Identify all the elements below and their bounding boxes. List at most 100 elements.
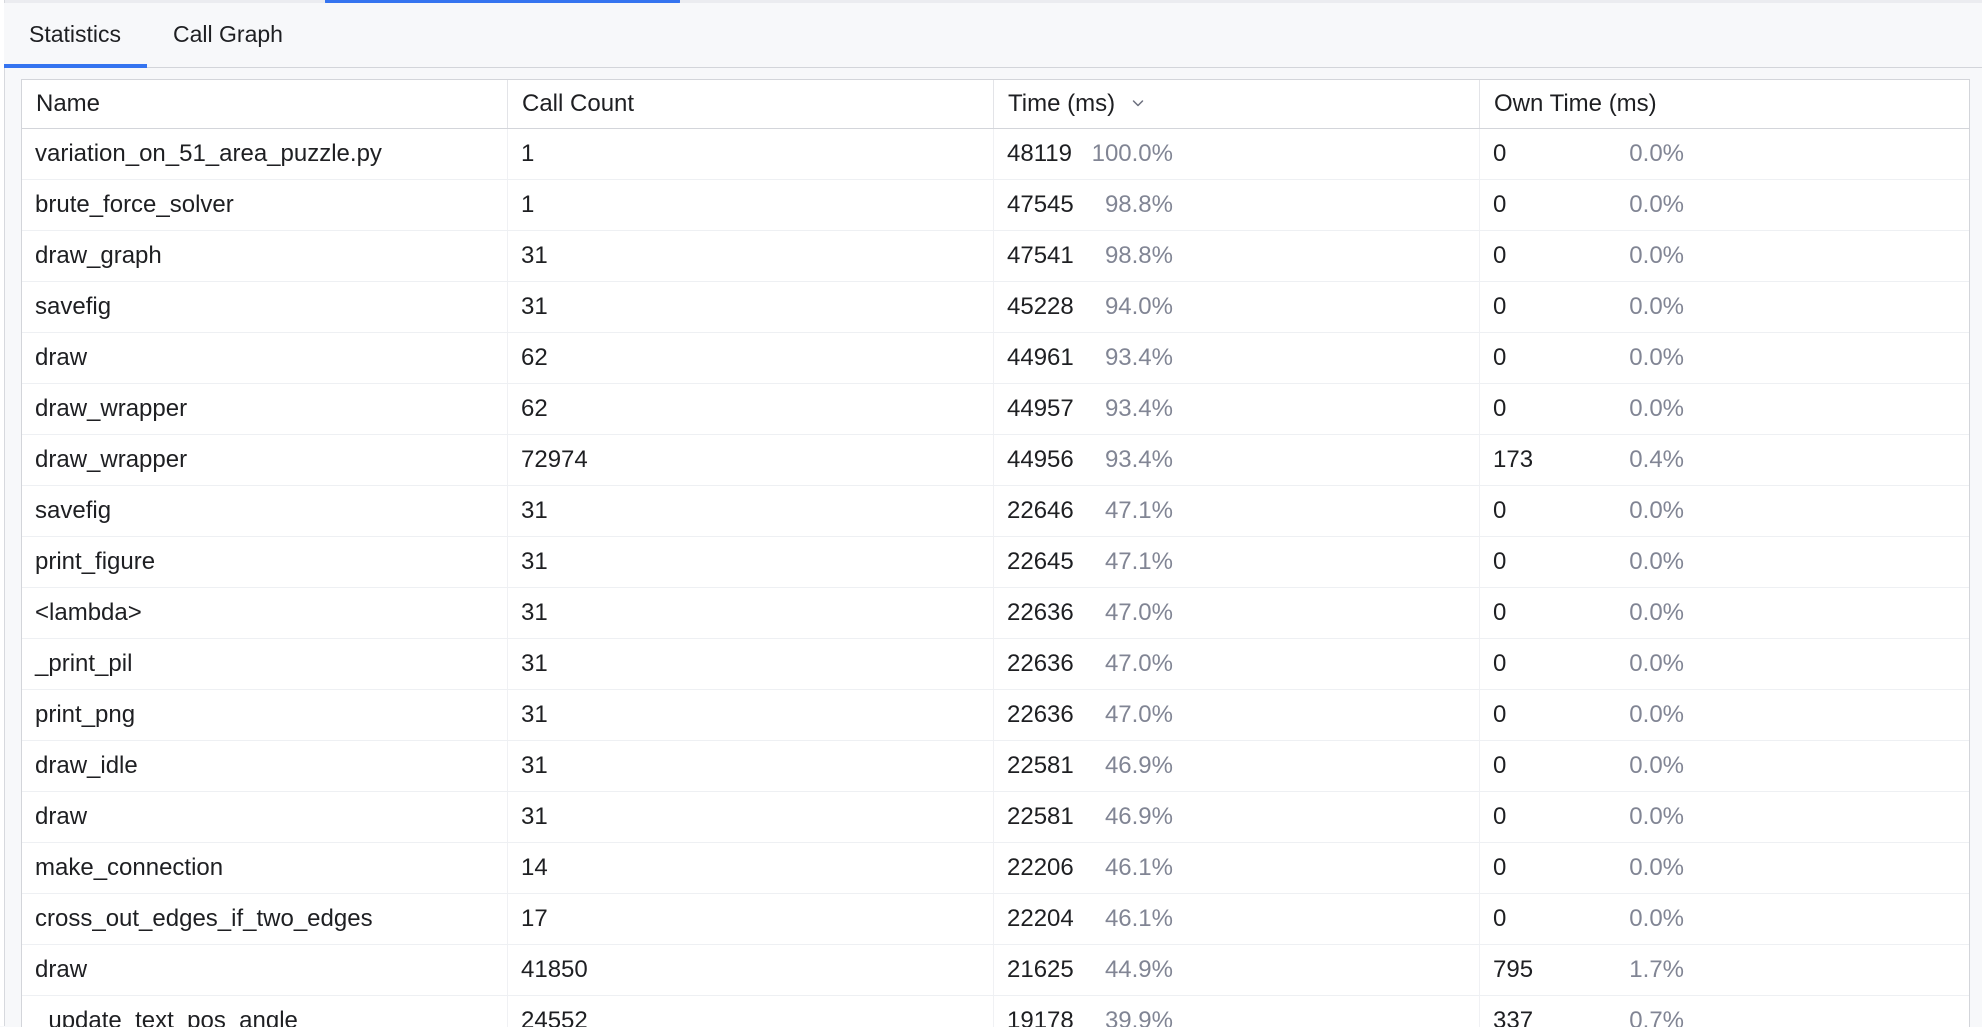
column-header-own-time[interactable]: Own Time (ms) <box>1480 80 1969 128</box>
own-time-cell: 0 0.0% <box>1480 129 1969 179</box>
own-time-percent: 0.4% <box>1629 446 1684 473</box>
call-count-cell: 31 <box>508 690 994 740</box>
call-count: 31 <box>521 803 548 830</box>
table-row[interactable]: draw_idle 31 22581 46.9% 0 0.0% <box>22 741 1969 792</box>
call-count-cell: 72974 <box>508 435 994 485</box>
table-row[interactable]: savefig 31 22646 47.1% 0 0.0% <box>22 486 1969 537</box>
own-time-cell: 795 1.7% <box>1480 945 1969 995</box>
table-row[interactable]: cross_out_edges_if_two_edges 17 22204 46.… <box>22 894 1969 945</box>
table-row[interactable]: variation_on_51_area_puzzle.py 1 48119 10… <box>22 129 1969 180</box>
time-percent: 47.0% <box>1104 701 1173 728</box>
call-count-cell: 24552 <box>508 996 994 1027</box>
function-name-cell: _print_pil <box>22 639 508 689</box>
own-time-percent: 0.0% <box>1629 650 1684 677</box>
call-count-cell: 41850 <box>508 945 994 995</box>
time-percent: 47.0% <box>1104 650 1173 677</box>
table-row[interactable]: draw 31 22581 46.9% 0 0.0% <box>22 792 1969 843</box>
function-name-cell: variation_on_51_area_puzzle.py <box>22 129 508 179</box>
call-count: 31 <box>521 497 548 524</box>
table-body: variation_on_51_area_puzzle.py 1 48119 10… <box>22 129 1969 1027</box>
time-value: 47545 <box>1007 191 1074 218</box>
call-count: 31 <box>521 701 548 728</box>
call-count-cell: 31 <box>508 639 994 689</box>
table-row[interactable]: _update_text_pos_angle 24552 19178 39.9% … <box>22 996 1969 1027</box>
own-time-value: 0 <box>1493 548 1507 575</box>
own-time-percent: 0.0% <box>1629 701 1684 728</box>
call-count: 31 <box>521 752 548 779</box>
own-time-value: 173 <box>1493 446 1534 473</box>
column-header-call-count[interactable]: Call Count <box>508 80 994 128</box>
time-value: 22581 <box>1007 803 1074 830</box>
time-value: 22581 <box>1007 752 1074 779</box>
function-name: draw <box>35 803 88 830</box>
own-time-percent: 0.0% <box>1629 242 1684 269</box>
table-row[interactable]: draw_wrapper 72974 44956 93.4% 173 0.4% <box>22 435 1969 486</box>
column-header-own-time-label: Own Time (ms) <box>1494 90 1657 117</box>
own-time-cell: 0 0.0% <box>1480 690 1969 740</box>
function-name: draw <box>35 956 88 983</box>
function-name-cell: draw <box>22 333 508 383</box>
own-time-percent: 0.0% <box>1629 854 1684 881</box>
time-percent: 39.9% <box>1104 1007 1173 1027</box>
time-percent: 93.4% <box>1104 395 1173 422</box>
function-name: cross_out_edges_if_two_edges <box>35 905 373 932</box>
call-count: 31 <box>521 650 548 677</box>
function-name: _update_text_pos_angle <box>35 1007 298 1027</box>
call-count-cell: 31 <box>508 282 994 332</box>
function-name: <lambda> <box>35 599 142 626</box>
chevron-down-icon <box>1132 100 1144 107</box>
time-cell: 47545 98.8% <box>994 180 1480 230</box>
table-row[interactable]: print_png 31 22636 47.0% 0 0.0% <box>22 690 1969 741</box>
own-time-value: 0 <box>1493 242 1507 269</box>
function-name: savefig <box>35 497 112 524</box>
own-time-percent: 0.0% <box>1629 905 1684 932</box>
time-value: 22646 <box>1007 497 1074 524</box>
own-time-cell: 0 0.0% <box>1480 537 1969 587</box>
time-value: 47541 <box>1007 242 1074 269</box>
time-value: 21625 <box>1007 956 1074 983</box>
column-header-name[interactable]: Name <box>22 80 508 128</box>
time-cell: 22636 47.0% <box>994 690 1480 740</box>
tab-statistics[interactable]: Statistics <box>4 3 148 68</box>
function-name: print_png <box>35 701 136 728</box>
own-time-cell: 0 0.0% <box>1480 333 1969 383</box>
function-name: _print_pil <box>35 650 133 677</box>
own-time-cell: 0 0.0% <box>1480 843 1969 893</box>
table-row[interactable]: draw 62 44961 93.4% 0 0.0% <box>22 333 1969 384</box>
own-time-cell: 337 0.7% <box>1480 996 1969 1027</box>
call-count: 1 <box>521 140 535 167</box>
table-row[interactable]: savefig 31 45228 94.0% 0 0.0% <box>22 282 1969 333</box>
table-row[interactable]: print_figure 31 22645 47.1% 0 0.0% <box>22 537 1969 588</box>
own-time-percent: 0.0% <box>1629 803 1684 830</box>
own-time-value: 795 <box>1493 956 1534 983</box>
time-cell: 22581 46.9% <box>994 741 1480 791</box>
table-row[interactable]: _print_pil 31 22636 47.0% 0 0.0% <box>22 639 1969 690</box>
function-name-cell: cross_out_edges_if_two_edges <box>22 894 508 944</box>
column-header-time[interactable]: Time (ms) <box>994 80 1480 128</box>
time-value: 44961 <box>1007 344 1074 371</box>
function-name-cell: savefig <box>22 486 508 536</box>
own-time-percent: 0.0% <box>1629 548 1684 575</box>
time-percent: 47.1% <box>1104 548 1173 575</box>
function-name: make_connection <box>35 854 224 881</box>
function-name: brute_force_solver <box>35 191 234 218</box>
table-row[interactable]: make_connection 14 22206 46.1% 0 0.0% <box>22 843 1969 894</box>
time-percent: 46.9% <box>1104 803 1173 830</box>
time-value: 19178 <box>1007 1007 1074 1027</box>
time-value: 22206 <box>1007 854 1074 881</box>
time-percent: 93.4% <box>1104 446 1173 473</box>
call-count: 31 <box>521 599 548 626</box>
table-row[interactable]: <lambda> 31 22636 47.0% 0 0.0% <box>22 588 1969 639</box>
call-count-cell: 31 <box>508 231 994 281</box>
table-row[interactable]: brute_force_solver 1 47545 98.8% 0 0.0% <box>22 180 1969 231</box>
table-row[interactable]: draw_graph 31 47541 98.8% 0 0.0% <box>22 231 1969 282</box>
function-name-cell: draw_graph <box>22 231 508 281</box>
table-row[interactable]: draw_wrapper 62 44957 93.4% 0 0.0% <box>22 384 1969 435</box>
call-count: 24552 <box>521 1007 588 1027</box>
function-name-cell: print_png <box>22 690 508 740</box>
function-name: draw_wrapper <box>35 446 188 473</box>
call-count-cell: 62 <box>508 384 994 434</box>
table-row[interactable]: draw 41850 21625 44.9% 795 1.7% <box>22 945 1969 996</box>
time-cell: 44961 93.4% <box>994 333 1480 383</box>
tab-call-graph[interactable]: Call Graph <box>147 3 309 67</box>
